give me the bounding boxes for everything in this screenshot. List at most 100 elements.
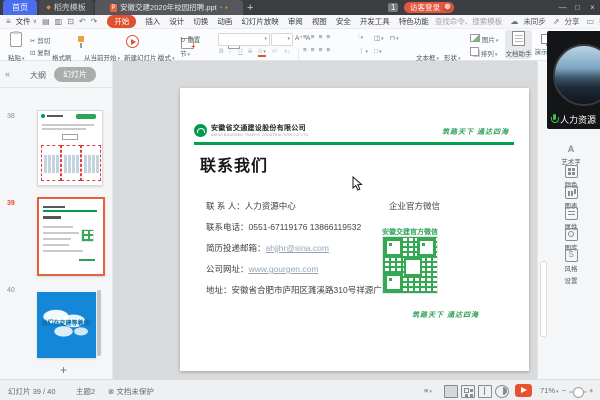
- collapse-panel-icon[interactable]: «: [5, 69, 10, 79]
- file-caret-icon[interactable]: ∨: [33, 18, 37, 25]
- play-from-current-icon[interactable]: [126, 35, 139, 48]
- website-line[interactable]: 公司网址：www.gourgen.com: [206, 263, 318, 275]
- slide-sorter-button[interactable]: [461, 385, 475, 398]
- slide-39-editor[interactable]: 安徽省交通建设股份有限公司 ANHUI BOURGEN TRAFFIC CONS…: [180, 88, 529, 371]
- redo-icon[interactable]: ↷: [91, 17, 98, 26]
- panel-scrollbar-thumb[interactable]: [540, 261, 547, 337]
- print-icon[interactable]: ▥: [55, 17, 63, 26]
- menu-tab-slideshow[interactable]: 幻灯片放映: [241, 16, 279, 27]
- save-icon[interactable]: ▤: [42, 17, 50, 26]
- copy-button[interactable]: ⊡ 复制: [30, 47, 50, 57]
- align-buttons-row2[interactable]: ≡≡≡≡: [303, 47, 334, 54]
- indent-button[interactable]: ⊓: [390, 34, 399, 42]
- email-link[interactable]: ahjjhr@sina.com: [266, 243, 329, 253]
- menu-tab-features[interactable]: 特色功能: [399, 16, 429, 27]
- website-link[interactable]: www.gourgen.com: [249, 264, 319, 274]
- command-search[interactable]: 查找命令、搜索模板: [435, 16, 503, 27]
- slideshow-play-button[interactable]: [515, 384, 532, 397]
- login-label: 访客登录: [410, 2, 440, 13]
- font-color-button[interactable]: A: [258, 48, 266, 57]
- columns-button[interactable]: ◫: [374, 34, 384, 42]
- tab-outline[interactable]: 大纲: [30, 70, 46, 81]
- arrange-icon: [470, 47, 479, 56]
- menu-tab-review[interactable]: 审阅: [288, 16, 303, 27]
- format-painter-icon[interactable]: [76, 36, 86, 48]
- cut-button[interactable]: ✂ 剪切: [30, 35, 50, 45]
- tab-slides[interactable]: 幻灯片: [54, 67, 96, 82]
- pin-icon[interactable]: ▪: [220, 5, 222, 11]
- superscript-button[interactable]: x²: [272, 48, 277, 55]
- contact-phone-line[interactable]: 联系电话：0551-67119176 13866119532: [206, 221, 361, 233]
- video-call-overlay[interactable]: 人力资源: [547, 31, 600, 129]
- slide-40-thumbnail[interactable]: 我们在交建等着你!: [37, 292, 96, 358]
- section-button[interactable]: 节: [180, 48, 190, 58]
- font-family-select[interactable]: [218, 33, 270, 46]
- zoom-level[interactable]: 71%: [540, 386, 559, 395]
- tab-document[interactable]: P 安徽交建2020年校园招聘.ppt ▪ ●: [95, 0, 243, 15]
- menu-tab-transition[interactable]: 切换: [193, 16, 208, 27]
- numbering-button[interactable]: ⋮: [358, 47, 368, 55]
- paste-icon[interactable]: [10, 32, 22, 47]
- close-button[interactable]: ×: [585, 0, 600, 15]
- slide-title[interactable]: 联系我们: [200, 152, 268, 176]
- reading-view-button[interactable]: [478, 385, 492, 398]
- colors-icon: [565, 165, 578, 178]
- slide-38-thumbnail[interactable]: [37, 110, 103, 186]
- minimize-button[interactable]: —: [555, 0, 570, 15]
- menu-tab-devtools[interactable]: 开发工具: [360, 16, 390, 27]
- sync-status[interactable]: 未同步: [523, 16, 546, 27]
- panel-scrollbar[interactable]: [97, 290, 101, 356]
- list-buttons-row1[interactable]: ≡≡≡≡: [303, 34, 334, 41]
- new-tab-button[interactable]: +: [247, 1, 253, 15]
- menu-tab-insert[interactable]: 插入: [145, 16, 160, 27]
- tab-template-store[interactable]: ◆ 稻壳模板: [39, 0, 93, 15]
- menu-tab-security[interactable]: 安全: [336, 16, 351, 27]
- contact-person-line[interactable]: 联 系 人：人力资源中心: [206, 200, 296, 212]
- menu-tab-view[interactable]: 视图: [312, 16, 327, 27]
- notes-button[interactable]: ≡: [424, 386, 432, 395]
- menu-tab-design[interactable]: 设计: [169, 16, 184, 27]
- mouse-cursor: [352, 176, 363, 192]
- bullets-button[interactable]: ∷: [374, 47, 382, 55]
- theme-label[interactable]: 主题2: [76, 386, 95, 397]
- zoom-out-button[interactable]: −: [562, 386, 566, 395]
- protection-status[interactable]: ⊗ 文档未保护: [108, 386, 154, 397]
- grow-font-button[interactable]: A⁺: [295, 34, 303, 42]
- panel-item-settings[interactable]: 设置: [550, 275, 592, 285]
- cloud-sync-icon: ☁: [510, 17, 518, 26]
- preview-icon[interactable]: ⊡: [67, 17, 74, 26]
- resume-email-line[interactable]: 简历投递邮箱：ahjjhr@sina.com: [206, 242, 329, 254]
- wechat-qr-code: [382, 236, 438, 294]
- line-spacing-button[interactable]: ⫶: [358, 34, 363, 42]
- zoom-slider-knob[interactable]: [573, 387, 584, 398]
- zoom-in-button[interactable]: +: [589, 386, 593, 395]
- normal-view-button[interactable]: [444, 385, 458, 398]
- display-mode-button[interactable]: [495, 385, 509, 398]
- tab-home[interactable]: 首页: [3, 0, 37, 15]
- menu-tab-home[interactable]: 开始: [107, 15, 136, 28]
- add-slide-button[interactable]: +: [60, 363, 67, 377]
- panel-item-style[interactable]: 风格: [550, 249, 592, 273]
- style-icon: [565, 249, 578, 262]
- slide-39-thumbnail[interactable]: [37, 197, 105, 276]
- reset-button[interactable]: ↻ 重置: [180, 34, 200, 44]
- bold-button[interactable]: B: [219, 48, 224, 55]
- font-size-select[interactable]: [271, 33, 293, 46]
- italic-button[interactable]: I: [229, 48, 231, 55]
- address-line[interactable]: 地址：安徽省合肥市庐阳区濉溪路310号祥源广场A座: [206, 284, 404, 296]
- undo-icon[interactable]: ↶: [79, 17, 86, 26]
- strikethrough-button[interactable]: S: [248, 48, 252, 55]
- underline-button[interactable]: U: [238, 48, 243, 55]
- share-icon: ⇗: [553, 17, 560, 26]
- picture-button[interactable]: 图片: [470, 34, 498, 44]
- doc-assistant-button[interactable]: 文档助手: [505, 30, 532, 59]
- menu-tab-animation[interactable]: 动画: [217, 16, 232, 27]
- maximize-button[interactable]: □: [570, 0, 585, 15]
- file-menu[interactable]: 文件: [16, 16, 31, 27]
- share-button[interactable]: 分享: [565, 16, 580, 27]
- notification-badge[interactable]: 1: [388, 3, 398, 12]
- panel-item-art-text[interactable]: A艺术字: [550, 144, 592, 166]
- subscript-button[interactable]: x₂: [284, 48, 290, 55]
- guest-login-button[interactable]: 访客登录: [404, 2, 454, 13]
- arrange-button[interactable]: 排列: [470, 47, 497, 58]
